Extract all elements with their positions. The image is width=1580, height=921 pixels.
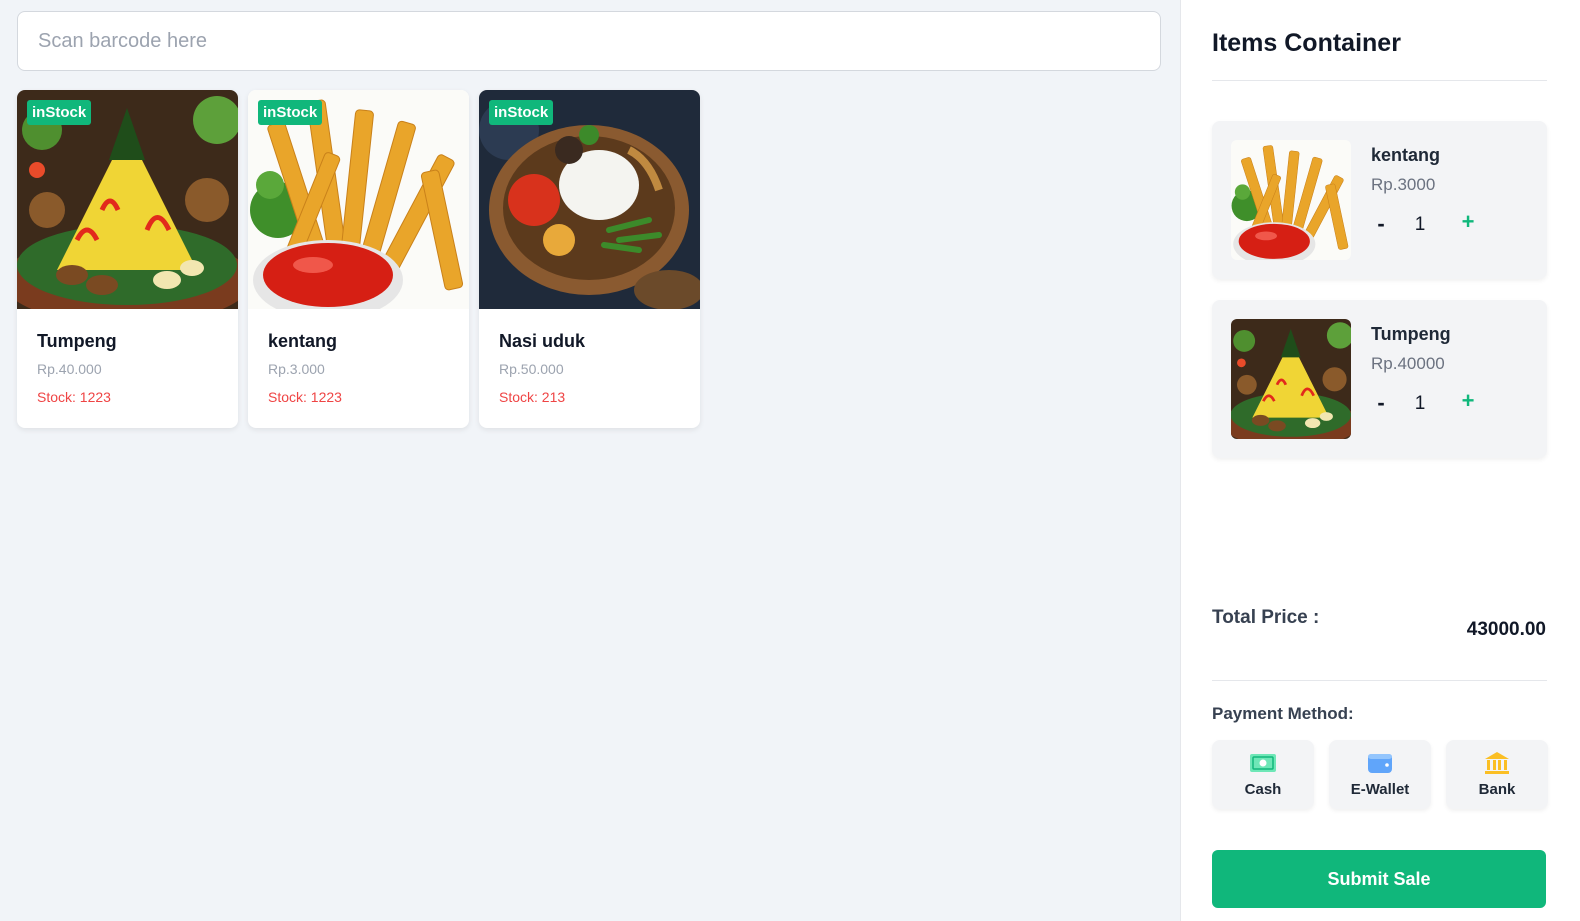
cart-item: kentang Rp.3000 - 1 + — [1212, 121, 1547, 279]
stock-badge: inStock — [489, 100, 554, 125]
stock-badge: inStock — [258, 100, 323, 125]
product-grid: inStock Tumpeng Rp.40.000 Stock: 1223 in… — [17, 90, 700, 428]
product-card[interactable]: inStock Tumpeng Rp.40.000 Stock: 1223 — [17, 90, 238, 428]
wallet-icon — [1368, 754, 1392, 773]
total-divider — [1212, 680, 1547, 681]
increase-qty-button[interactable]: + — [1455, 386, 1481, 416]
bank-icon — [1485, 752, 1509, 774]
product-stock: Stock: 1223 — [268, 389, 342, 405]
product-name: kentang — [268, 331, 338, 351]
product-price: Rp.3.000 — [268, 361, 325, 377]
cart-item-name: kentang — [1371, 145, 1441, 165]
cart-sidebar: Items Container kentang Rp.3000 - 1 + Tu… — [1180, 0, 1580, 921]
stock-badge: inStock — [27, 100, 92, 125]
product-stock: Stock: 1223 — [37, 389, 111, 405]
product-card[interactable]: inStock kentang Rp.3.000 Stock: 1223 — [248, 90, 469, 428]
product-name: Tumpeng — [37, 331, 117, 351]
item-quantity: 1 — [1414, 393, 1426, 414]
french-fries-photo — [1231, 140, 1351, 260]
cart-item-price: Rp.3000 — [1371, 175, 1436, 194]
cart-item-price: Rp.40000 — [1371, 354, 1445, 373]
total-price-label: Total Price : — [1212, 607, 1320, 628]
product-area: inStock Tumpeng Rp.40.000 Stock: 1223 in… — [0, 0, 1180, 921]
tumpeng-rice-photo — [1231, 319, 1351, 439]
total-price-value: 43000.00 — [1466, 619, 1546, 640]
payment-methods: Cash E-Wallet Bank — [1212, 740, 1548, 809]
payment-label: E-Wallet — [1350, 781, 1410, 798]
product-price: Rp.40.000 — [37, 361, 102, 377]
pay-cash-button[interactable]: Cash — [1212, 740, 1314, 809]
decrease-qty-button[interactable]: - — [1369, 209, 1393, 239]
cart-item: Tumpeng Rp.40000 - 1 + — [1212, 300, 1547, 458]
cart-item-name: Tumpeng — [1371, 324, 1451, 344]
pay-bank-button[interactable]: Bank — [1446, 740, 1548, 809]
decrease-qty-button[interactable]: - — [1369, 388, 1393, 418]
product-stock: Stock: 213 — [499, 389, 566, 405]
payment-label: Bank — [1478, 781, 1516, 798]
cart-title: Items Container — [1212, 29, 1401, 57]
cash-icon — [1250, 754, 1276, 772]
product-price: Rp.50.000 — [499, 361, 564, 377]
pay-ewallet-button[interactable]: E-Wallet — [1329, 740, 1431, 809]
item-quantity: 1 — [1414, 214, 1426, 235]
payment-method-label: Payment Method: — [1212, 704, 1354, 723]
barcode-search-input[interactable] — [17, 11, 1161, 71]
title-divider — [1212, 80, 1547, 81]
product-name: Nasi uduk — [499, 331, 586, 351]
payment-label: Cash — [1244, 781, 1282, 798]
submit-sale-button[interactable]: Submit Sale — [1212, 850, 1546, 908]
increase-qty-button[interactable]: + — [1455, 207, 1481, 237]
product-card[interactable]: inStock Nasi uduk Rp.50.000 Stock: 213 — [479, 90, 700, 428]
